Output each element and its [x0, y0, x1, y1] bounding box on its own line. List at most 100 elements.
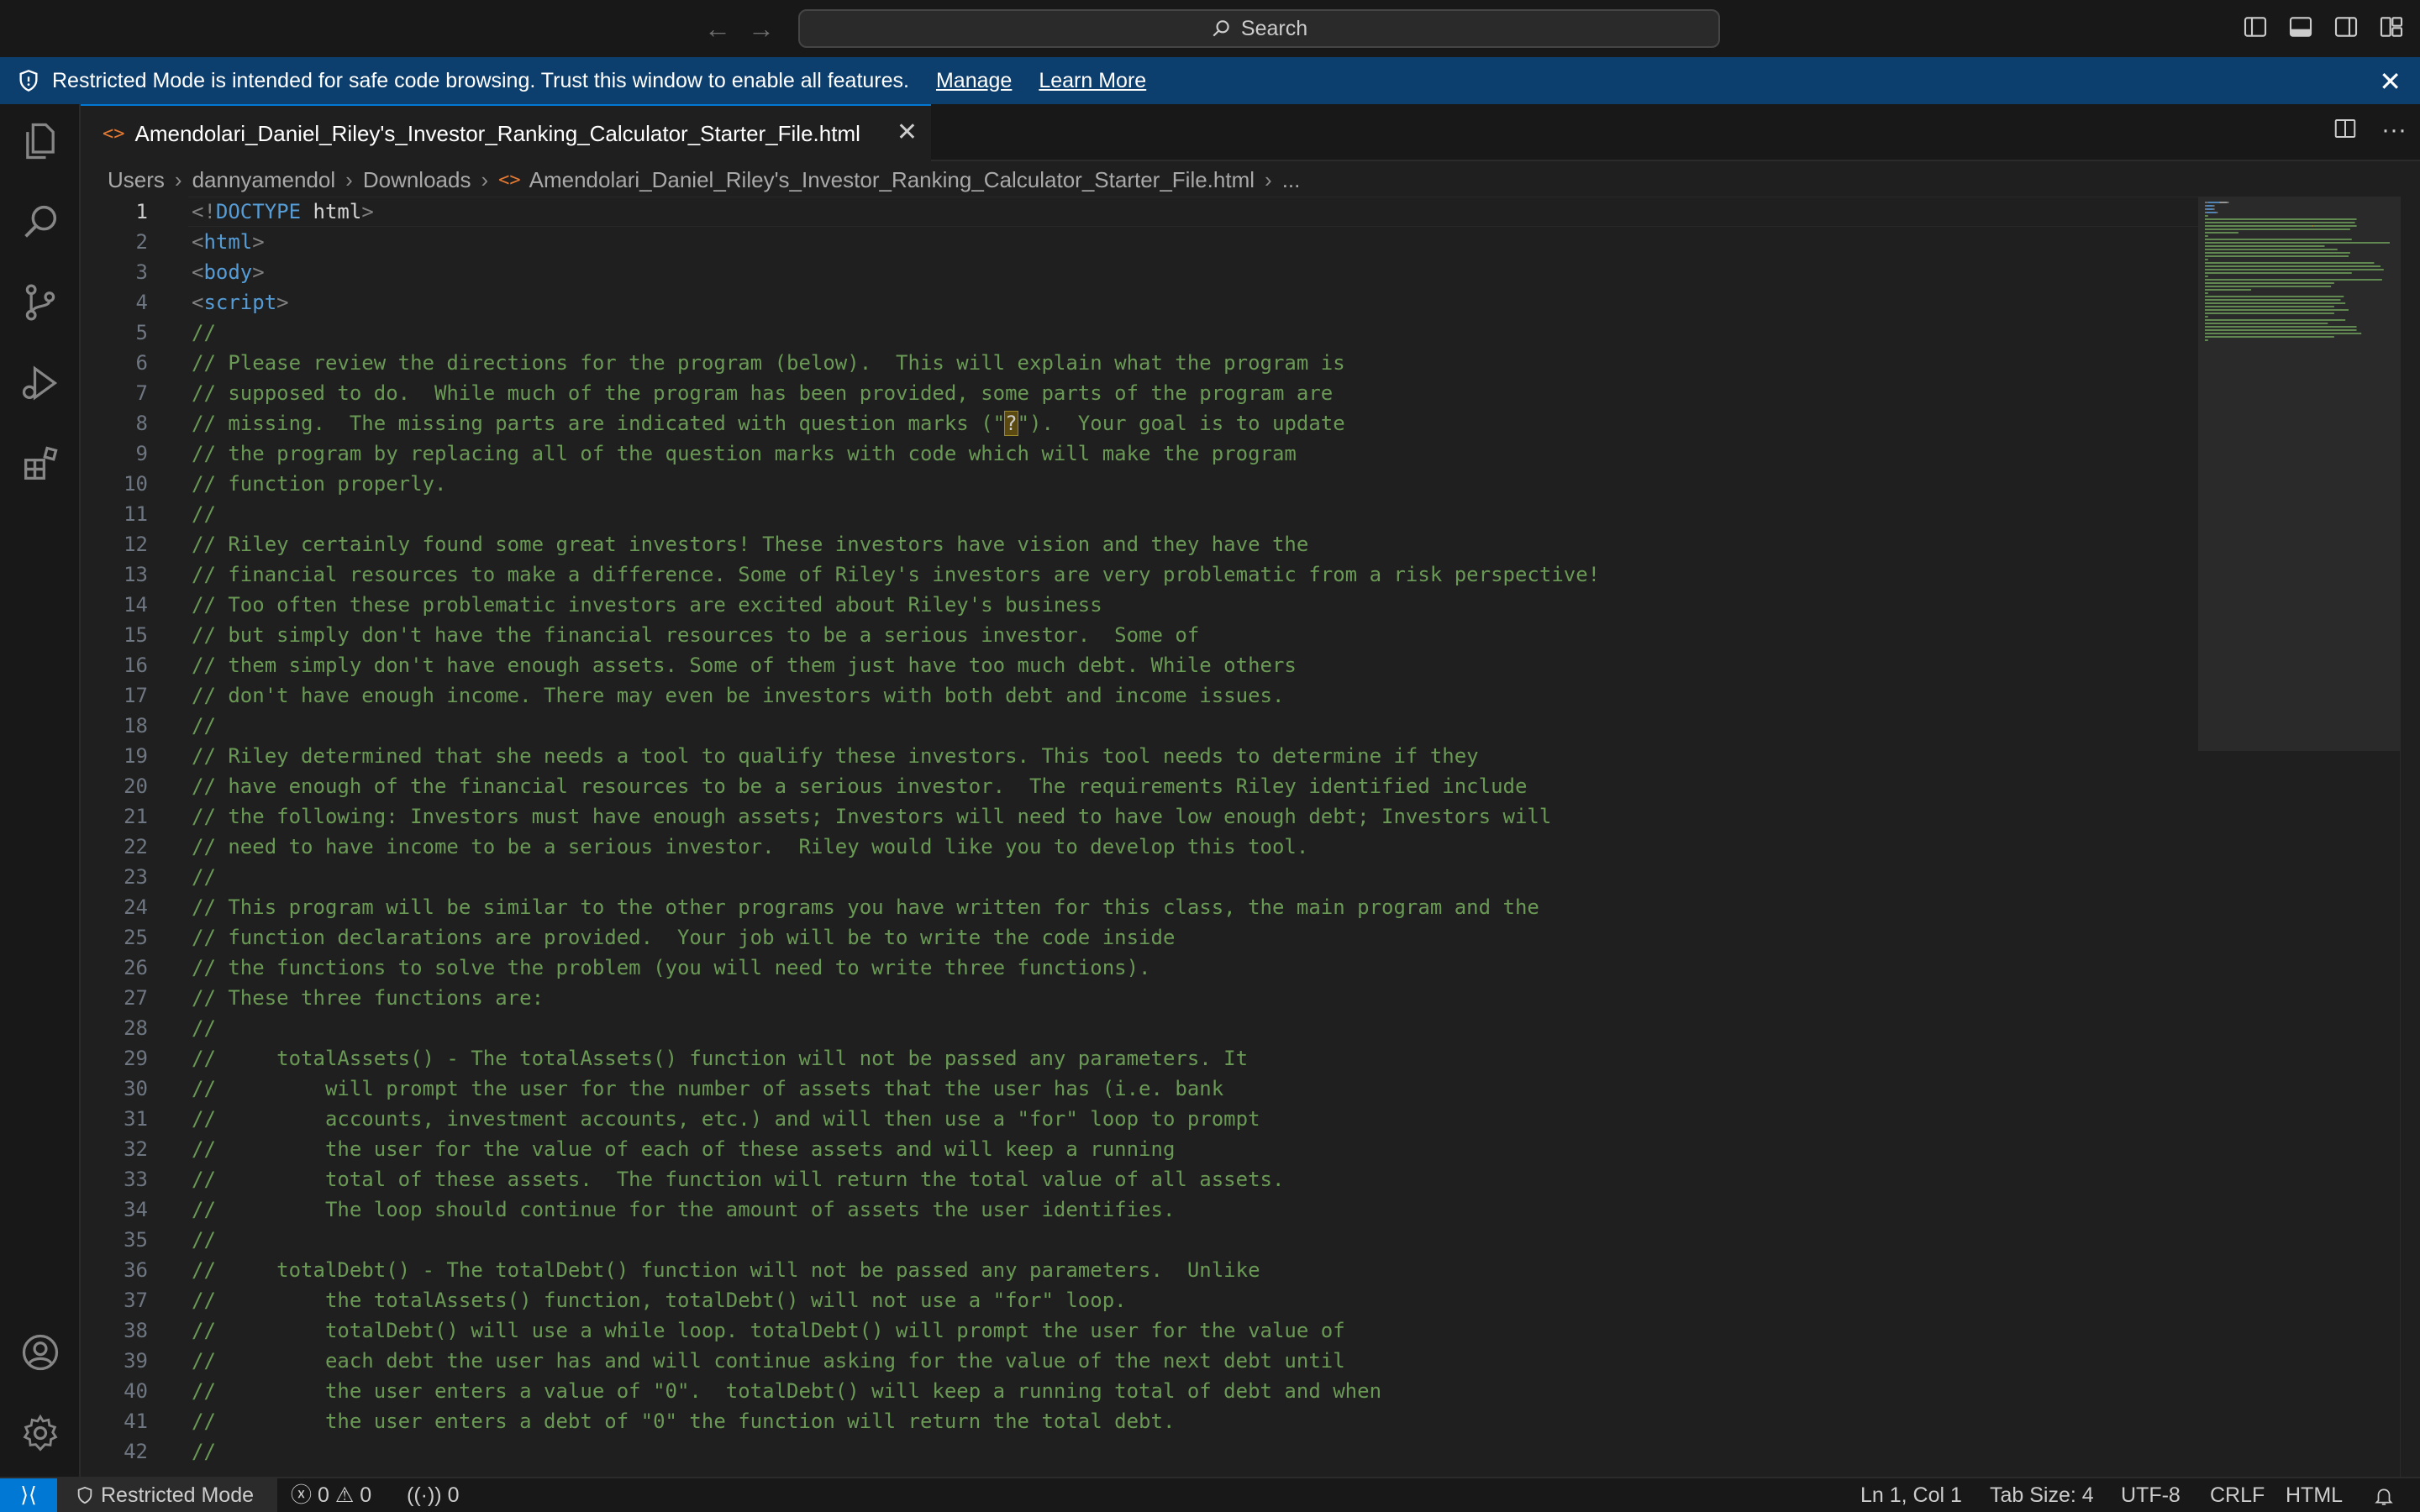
- end-of-line[interactable]: CRLF: [2210, 1478, 2265, 1512]
- tab-size[interactable]: Tab Size: 4: [1990, 1478, 2094, 1512]
- line-number: 14: [124, 593, 148, 617]
- manage-link[interactable]: Manage: [936, 69, 1012, 93]
- code-line[interactable]: 19 // Riley determined that she needs a t…: [81, 741, 2198, 771]
- line-number: 36: [124, 1258, 148, 1282]
- code-line[interactable]: 16 // them simply don't have enough asset…: [81, 650, 2198, 680]
- code-line[interactable]: 15 // but simply don't have the financial…: [81, 620, 2198, 650]
- vertical-scrollbar[interactable]: [2400, 197, 2420, 1477]
- code-line[interactable]: 10 // function properly.: [81, 469, 2198, 499]
- code-line[interactable]: 28 //: [81, 1013, 2198, 1043]
- code-line[interactable]: 21 // the following: Investors must have …: [81, 801, 2198, 832]
- line-number: 6: [135, 351, 148, 375]
- code-editor[interactable]: 1 <!DOCTYPE html> 2 <html> 3 <body> 4 <script> 5…: [81, 197, 2198, 1477]
- code-line[interactable]: 34 // The loop should continue for the am…: [81, 1194, 2198, 1225]
- warning-icon: ⚠: [334, 1483, 355, 1507]
- line-number: 21: [124, 805, 148, 828]
- code-line[interactable]: 32 // the user for the value of each of t…: [81, 1134, 2198, 1164]
- code-line[interactable]: 2 <html>: [81, 227, 2198, 257]
- minimap[interactable]: [2198, 197, 2400, 1477]
- breadcrumb-users[interactable]: Users: [108, 167, 165, 193]
- remote-indicator-icon[interactable]: ⟩⟨: [0, 1478, 57, 1512]
- code-line[interactable]: 25 // function declarations are provided.…: [81, 922, 2198, 953]
- code-line[interactable]: 9 // the program by replacing all of the …: [81, 438, 2198, 469]
- line-number: 22: [124, 835, 148, 858]
- code-text: // the functions to solve the problem (y…: [192, 956, 1151, 979]
- code-line[interactable]: 37 // the totalAssets() function, totalDe…: [81, 1285, 2198, 1315]
- explorer-icon[interactable]: [18, 119, 62, 163]
- breadcrumb-user-folder[interactable]: dannyamendol: [192, 167, 336, 193]
- more-actions-icon[interactable]: ···: [2381, 116, 2407, 144]
- minimap-viewport[interactable]: [2198, 197, 2400, 751]
- code-line[interactable]: 13 // financial resources to make a diffe…: [81, 559, 2198, 590]
- toggle-primary-sidebar-icon[interactable]: [2242, 13, 2269, 40]
- warning-count: 0: [360, 1483, 372, 1507]
- code-text: // the following: Investors must have en…: [192, 805, 1552, 828]
- code-line[interactable]: 12 // Riley certainly found some great in…: [81, 529, 2198, 559]
- notifications-bell-icon[interactable]: [2373, 1485, 2395, 1507]
- code-line[interactable]: 24 // This program will be similar to the…: [81, 892, 2198, 922]
- extensions-icon[interactable]: [18, 442, 62, 486]
- code-text: //: [192, 865, 216, 889]
- forward-arrow-icon[interactable]: →: [744, 12, 778, 45]
- editor-tab[interactable]: <> Amendolari_Daniel_Riley's_Investor_Ra…: [81, 104, 931, 161]
- encoding[interactable]: UTF-8: [2121, 1478, 2181, 1512]
- account-icon[interactable]: [18, 1331, 62, 1374]
- toggle-panel-icon[interactable]: [2287, 13, 2314, 40]
- command-center-search[interactable]: Search: [798, 9, 1720, 48]
- learn-more-link[interactable]: Learn More: [1039, 69, 1146, 93]
- code-text: // totalDebt() will use a while loop. to…: [192, 1319, 1345, 1342]
- code-line[interactable]: 40 // the user enters a value of "0". tot…: [81, 1376, 2198, 1406]
- search-icon[interactable]: [18, 200, 62, 244]
- toggle-secondary-sidebar-icon[interactable]: [2333, 13, 2360, 40]
- code-line[interactable]: 35 //: [81, 1225, 2198, 1255]
- customize-layout-icon[interactable]: [2378, 13, 2405, 40]
- code-line[interactable]: 22 // need to have income to be a serious…: [81, 832, 2198, 862]
- line-number: 30: [124, 1077, 148, 1100]
- code-line[interactable]: 14 // Too often these problematic investo…: [81, 590, 2198, 620]
- line-number: 4: [135, 291, 148, 314]
- back-arrow-icon[interactable]: ←: [701, 12, 734, 45]
- code-line[interactable]: 36 // totalDebt() - The totalDebt() funct…: [81, 1255, 2198, 1285]
- close-icon[interactable]: ✕: [2379, 66, 2402, 97]
- breadcrumb-file[interactable]: Amendolari_Daniel_Riley's_Investor_Ranki…: [529, 167, 1255, 193]
- line-number: 1: [135, 200, 148, 223]
- code-line[interactable]: 31 // accounts, investment accounts, etc.…: [81, 1104, 2198, 1134]
- code-line[interactable]: 5 //: [81, 318, 2198, 348]
- language-mode[interactable]: HTML: [2286, 1478, 2343, 1512]
- code-line[interactable]: 7 // supposed to do. While much of the pr…: [81, 378, 2198, 408]
- code-line[interactable]: 27 // These three functions are:: [81, 983, 2198, 1013]
- close-icon[interactable]: ✕: [897, 118, 918, 147]
- breadcrumb-symbols[interactable]: ...: [1282, 167, 1301, 193]
- problems-status[interactable]: ⓧ 0 ⚠ 0: [291, 1478, 371, 1512]
- code-line[interactable]: 3 <body>: [81, 257, 2198, 287]
- ports-status[interactable]: ((·)) 0: [407, 1478, 460, 1512]
- code-line[interactable]: 17 // don't have enough income. There may…: [81, 680, 2198, 711]
- breadcrumb-downloads[interactable]: Downloads: [363, 167, 471, 193]
- settings-gear-icon[interactable]: [18, 1411, 62, 1455]
- code-line[interactable]: 11 //: [81, 499, 2198, 529]
- code-line[interactable]: 8 // missing. The missing parts are indic…: [81, 408, 2198, 438]
- split-editor-icon[interactable]: [2333, 116, 2358, 141]
- code-line[interactable]: 29 // totalAssets() - The totalAssets() f…: [81, 1043, 2198, 1074]
- code-line[interactable]: 30 // will prompt the user for the number…: [81, 1074, 2198, 1104]
- code-line[interactable]: 38 // totalDebt() will use a while loop. …: [81, 1315, 2198, 1346]
- line-number: 8: [135, 412, 148, 435]
- code-line[interactable]: 33 // total of these assets. The function…: [81, 1164, 2198, 1194]
- code-line[interactable]: 20 // have enough of the financial resour…: [81, 771, 2198, 801]
- code-line[interactable]: 39 // each debt the user has and will con…: [81, 1346, 2198, 1376]
- code-line[interactable]: 23 //: [81, 862, 2198, 892]
- code-line[interactable]: 42 //: [81, 1436, 2198, 1467]
- line-number: 9: [135, 442, 148, 465]
- run-debug-icon[interactable]: [18, 361, 62, 405]
- cursor-position[interactable]: Ln 1, Col 1: [1860, 1478, 1962, 1512]
- status-bar: ⟩⟨ Restricted Mode ⓧ 0 ⚠ 0 ((·)) 0 Ln 1,…: [0, 1477, 2420, 1512]
- code-line[interactable]: 26 // the functions to solve the problem …: [81, 953, 2198, 983]
- restricted-mode-status[interactable]: Restricted Mode: [57, 1478, 277, 1512]
- code-text: // financial resources to make a differe…: [192, 563, 1601, 586]
- code-line[interactable]: 4 <script>: [81, 287, 2198, 318]
- code-line[interactable]: 18 //: [81, 711, 2198, 741]
- code-line[interactable]: 1 <!DOCTYPE html>: [81, 197, 2198, 227]
- source-control-icon[interactable]: [18, 281, 62, 324]
- code-line[interactable]: 6 // Please review the directions for the…: [81, 348, 2198, 378]
- code-line[interactable]: 41 // the user enters a debt of "0" the f…: [81, 1406, 2198, 1436]
